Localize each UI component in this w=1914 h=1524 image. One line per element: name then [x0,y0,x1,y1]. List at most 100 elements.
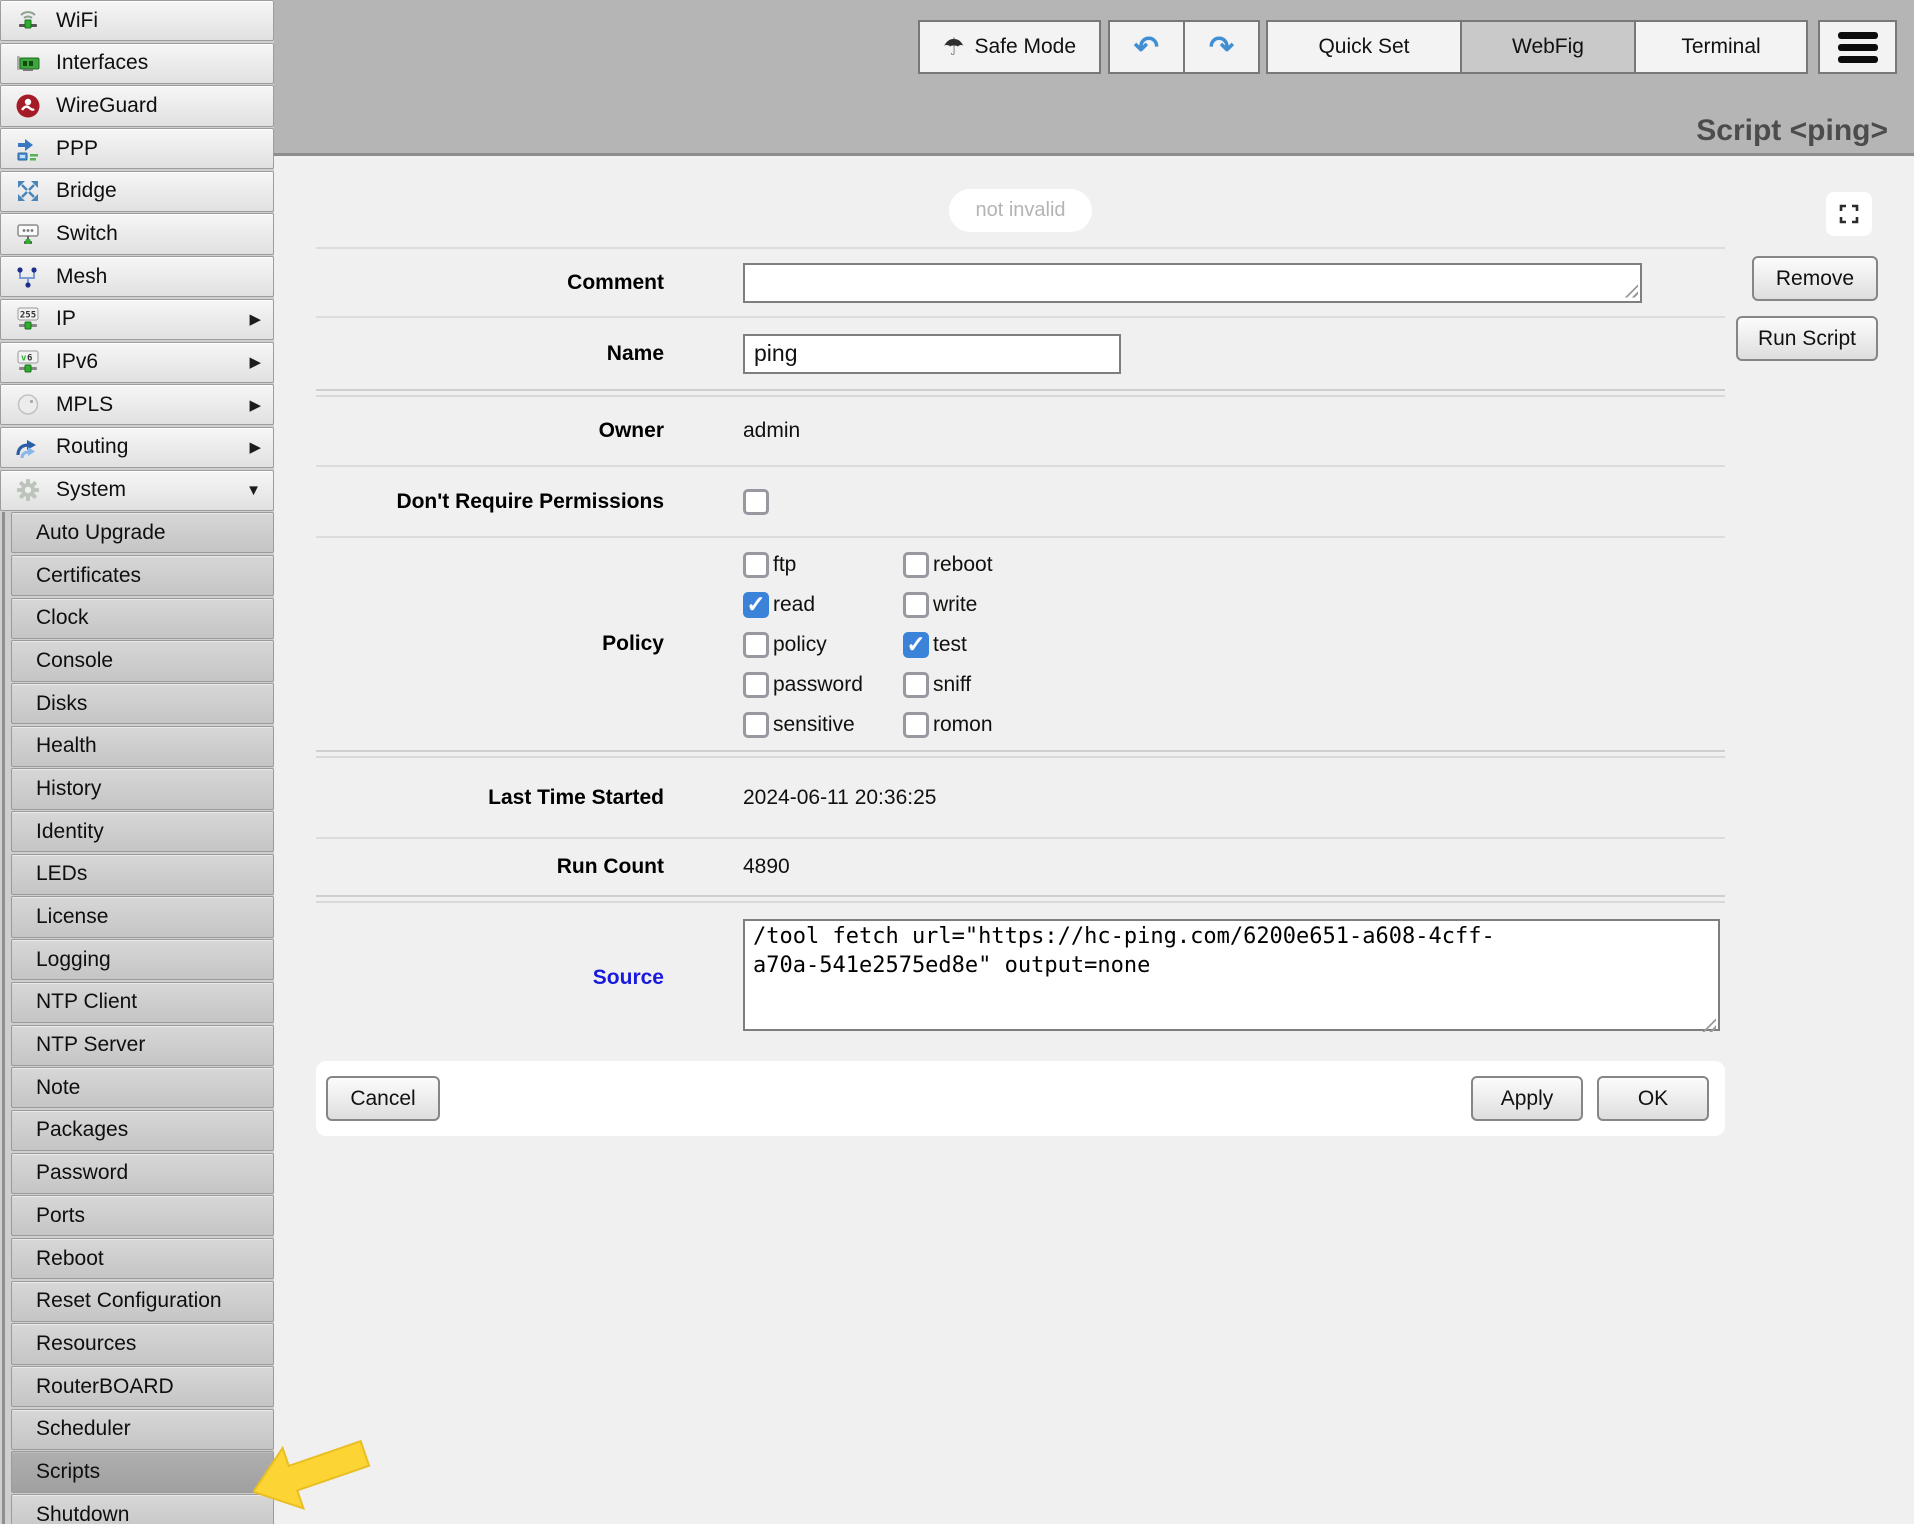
sidebar-item-scheduler[interactable]: Scheduler [11,1409,274,1450]
undo-redo-group: ↶ ↷ [1108,20,1260,74]
cancel-button[interactable]: Cancel [326,1076,440,1121]
comment-label: Comment [316,271,664,295]
sidebar-item-ports[interactable]: Ports [11,1195,274,1236]
policy-reboot-checkbox[interactable] [903,552,929,578]
sidebar-item-scripts[interactable]: Scripts [11,1451,274,1492]
submenu-arrow: ▶ [249,396,261,414]
run-script-button[interactable]: Run Script [1736,316,1878,361]
undo-button[interactable]: ↶ [1108,20,1184,74]
policy-sensitive-label: sensitive [773,713,855,737]
safe-mode-button[interactable]: ☂ Safe Mode [918,20,1101,74]
tab-quick-set[interactable]: Quick Set [1266,20,1462,74]
sidebar-item-bridge[interactable]: Bridge [0,171,274,212]
dont-require-permissions-row: Don't Require Permissions [316,465,1725,536]
sidebar-item-reboot[interactable]: Reboot [11,1238,274,1279]
sidebar-item-ntp-server[interactable]: NTP Server [11,1025,274,1066]
sidebar-item-ppp[interactable]: PPP [0,128,274,169]
sidebar-item-clock[interactable]: Clock [11,598,274,639]
status-row: not invalid [316,156,1725,247]
sidebar-item-health[interactable]: Health [11,726,274,767]
hamburger-menu-button[interactable] [1818,20,1897,74]
policy-test-checkbox[interactable] [903,632,929,658]
webfig-app: WiFi Interfaces WireGuard [0,0,1914,1524]
tab-terminal[interactable]: Terminal [1634,20,1808,74]
sidebar-item-leds[interactable]: LEDs [11,854,274,895]
apply-button[interactable]: Apply [1471,1076,1583,1121]
run-count-value: 4890 [743,855,1725,879]
sidebar-item-license[interactable]: License [11,896,274,937]
section-divider [316,750,1725,758]
page-title: Script <ping> [1696,114,1888,148]
sidebar-item-packages[interactable]: Packages [11,1110,274,1151]
sidebar-item-history[interactable]: History [11,768,274,809]
policy-password-checkbox[interactable] [743,672,769,698]
sidebar-item-wireguard[interactable]: WireGuard [0,85,274,126]
last-time-started-label: Last Time Started [316,786,664,810]
svg-text:6: 6 [27,354,32,364]
policy-ftp-checkbox[interactable] [743,552,769,578]
sidebar-item-label: MPLS [56,393,113,417]
sidebar-item-mesh[interactable]: Mesh [0,256,274,297]
sidebar-item-logging[interactable]: Logging [11,939,274,980]
sidebar-item-label: IP [56,307,76,331]
policy-read-label: read [773,593,815,617]
tab-webfig[interactable]: WebFig [1460,20,1636,74]
sidebar-item-wifi[interactable]: WiFi [0,0,274,41]
sidebar-item-disks[interactable]: Disks [11,683,274,724]
owner-label: Owner [316,419,664,443]
sidebar-item-ntp-client[interactable]: NTP Client [11,982,274,1023]
sidebar-item-routerboard[interactable]: RouterBOARD [11,1366,274,1407]
ok-button[interactable]: OK [1597,1076,1709,1121]
sidebar-item-note[interactable]: Note [11,1067,274,1108]
redo-button[interactable]: ↷ [1184,20,1260,74]
fullscreen-button[interactable] [1826,192,1872,236]
submenu-collapse-arrow[interactable]: ▼ [246,482,261,499]
policy-test-label: test [933,633,967,657]
sidebar-item-label: IPv6 [56,350,98,374]
comment-input[interactable] [743,263,1642,303]
policy-policy-checkbox[interactable] [743,632,769,658]
sidebar-item-resources[interactable]: Resources [11,1323,274,1364]
policy-write-label: write [933,593,977,617]
run-count-label: Run Count [316,855,664,879]
policy-romon-label: romon [933,713,993,737]
policy-ftp-label: ftp [773,553,796,577]
policy-sniff-checkbox[interactable] [903,672,929,698]
policy-romon-checkbox[interactable] [903,712,929,738]
wireguard-icon [13,92,43,120]
policy-label: Policy [316,632,664,656]
name-input[interactable] [743,334,1121,374]
sidebar-item-ip[interactable]: 255 IP ▶ [0,299,274,340]
source-textarea[interactable]: /tool fetch url="https://hc-ping.com/620… [743,919,1720,1031]
sidebar-item-mpls[interactable]: MPLS ▶ [0,384,274,425]
sidebar-item-label: Switch [56,222,118,246]
policy-sensitive-checkbox[interactable] [743,712,769,738]
run-count-row: Run Count 4890 [316,837,1725,895]
sidebar-item-routing[interactable]: Routing ▶ [0,427,274,468]
sidebar-item-switch[interactable]: Switch [0,213,274,254]
section-divider [316,895,1725,903]
policy-password-label: password [773,673,863,697]
policy-write-checkbox[interactable] [903,592,929,618]
sidebar-item-reset-configuration[interactable]: Reset Configuration [11,1281,274,1322]
remove-button[interactable]: Remove [1752,256,1878,301]
sidebar-item-label: PPP [56,137,98,161]
bridge-icon [13,177,43,205]
sidebar-item-label: Bridge [56,179,117,203]
sidebar-item-ipv6[interactable]: v6 IPv6 ▶ [0,342,274,383]
switch-icon [13,220,43,248]
sidebar-item-interfaces[interactable]: Interfaces [0,43,274,84]
submenu-arrow: ▶ [249,310,261,328]
sidebar-item-auto-upgrade[interactable]: Auto Upgrade [11,512,274,553]
sidebar-item-identity[interactable]: Identity [11,811,274,852]
sidebar-item-password[interactable]: Password [11,1153,274,1194]
sidebar-item-system[interactable]: System ▼ [0,470,274,511]
sidebar-item-shutdown[interactable]: Shutdown [11,1494,274,1524]
submenu-arrow: ▶ [249,353,261,371]
dont-require-permissions-checkbox[interactable] [743,489,769,515]
sidebar-item-console[interactable]: Console [11,640,274,681]
policy-read-checkbox[interactable] [743,592,769,618]
undo-icon: ↶ [1134,30,1159,65]
script-form: not invalid Comment Name [316,156,1725,1136]
sidebar-item-certificates[interactable]: Certificates [11,555,274,596]
